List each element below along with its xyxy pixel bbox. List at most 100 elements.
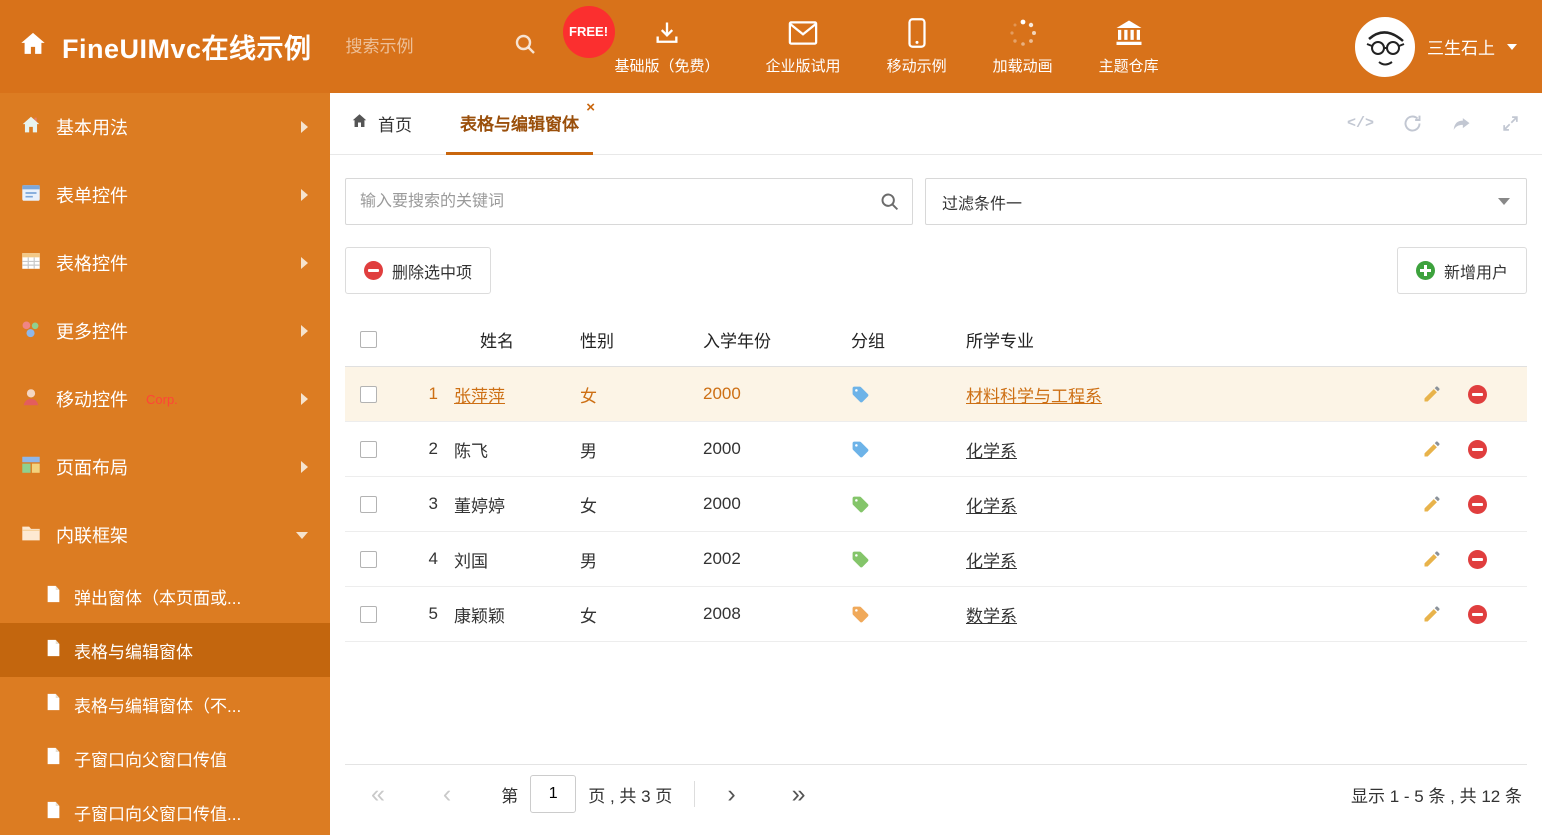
chevron-right-icon — [301, 461, 308, 473]
search-icon[interactable] — [879, 191, 900, 217]
last-page-icon[interactable]: » — [792, 781, 806, 807]
grid-toolbar: 删除选中项 新增用户 — [345, 247, 1527, 294]
sidebar-item-label: 内联框架 — [56, 526, 128, 546]
form-icon — [20, 182, 42, 209]
tab-label: 表格与编辑窗体 — [460, 114, 579, 134]
row-number: 5 — [428, 604, 438, 623]
table-row[interactable]: 4 刘国 男 2002 化学系 — [345, 532, 1527, 587]
row-checkbox[interactable] — [360, 385, 377, 403]
minus-circle-icon — [364, 261, 383, 280]
edit-icon[interactable] — [1422, 384, 1442, 404]
name-link[interactable]: 张萍萍 — [454, 387, 505, 406]
fullscreen-icon[interactable] — [1501, 114, 1520, 133]
sidebar-item-label: 基本用法 — [56, 118, 128, 138]
source-code-icon[interactable]: </> — [1347, 115, 1374, 132]
sidebar-item-more-controls[interactable]: 更多控件 — [0, 297, 330, 365]
tag-icon — [852, 441, 869, 457]
row-checkbox[interactable] — [360, 550, 377, 568]
first-page-icon[interactable]: « — [371, 781, 385, 807]
major-link[interactable]: 化学系 — [966, 442, 1017, 461]
top-search — [343, 32, 537, 61]
row-number: 1 — [428, 384, 438, 403]
add-user-button[interactable]: 新增用户 — [1396, 247, 1527, 294]
chevron-right-icon — [301, 325, 308, 337]
next-page-icon[interactable]: › — [727, 781, 735, 807]
nav-item-loading-anim[interactable]: 加载动画 — [993, 18, 1053, 76]
edit-icon[interactable] — [1422, 604, 1442, 624]
page-number-input[interactable] — [530, 775, 577, 813]
gender-cell: 女 — [580, 606, 597, 626]
top-search-input[interactable] — [343, 35, 513, 58]
sidebar-item-iframe[interactable]: 内联框架 — [0, 501, 330, 569]
nav-item-basic-free[interactable]: FREE! 基础版（免费） — [562, 5, 720, 76]
sidebar-subitem-grid-edit-window[interactable]: 表格与编辑窗体 — [0, 623, 330, 677]
major-link[interactable]: 数学系 — [966, 607, 1017, 626]
sidebar-item-grid-controls[interactable]: 表格控件 — [0, 229, 330, 297]
row-checkbox[interactable] — [360, 495, 377, 513]
delete-row-icon[interactable] — [1468, 384, 1487, 404]
sidebar-item-label: 移动控件 — [56, 390, 128, 410]
prev-page-icon[interactable]: ‹ — [443, 781, 451, 807]
top-header: FineUIMvc在线示例 FREE! 基础版（免费） 企业版试用 — [0, 0, 1542, 93]
select-all-checkbox[interactable] — [360, 330, 377, 348]
main-content: 首页 表格与编辑窗体 × </> 输入要搜索的关键词 过滤条件一 删除选中项 新… — [330, 93, 1542, 835]
spinner-icon — [1008, 18, 1038, 48]
brand[interactable]: FineUIMvc在线示例 — [0, 27, 312, 66]
user-menu[interactable]: 三生石上 — [1355, 16, 1542, 77]
edit-icon[interactable] — [1422, 549, 1442, 569]
page-icon — [46, 693, 61, 716]
delete-row-icon[interactable] — [1468, 604, 1487, 624]
mobile-icon — [907, 17, 926, 48]
filter-dropdown[interactable]: 过滤条件一 — [925, 178, 1527, 225]
share-icon[interactable] — [1451, 114, 1473, 134]
nav-label: 企业版试用 — [765, 57, 841, 75]
corp-badge: Corp. — [146, 391, 178, 407]
gender-cell: 女 — [580, 496, 597, 516]
sidebar-subitem-child-to-parent-2[interactable]: 子窗口向父窗口传值... — [0, 785, 330, 835]
table-row[interactable]: 1 张萍萍 女 2000 材料科学与工程系 — [345, 367, 1527, 422]
year-cell: 2000 — [703, 384, 741, 403]
sidebar-subitem-child-to-parent[interactable]: 子窗口向父窗口传值 — [0, 731, 330, 785]
major-link[interactable]: 材料科学与工程系 — [966, 387, 1102, 406]
sidebar-subitem-label: 子窗口向父窗口传值 — [74, 750, 227, 770]
major-link[interactable]: 化学系 — [966, 552, 1017, 571]
keyword-search-input[interactable] — [345, 178, 913, 225]
nav-item-theme-repo[interactable]: 主题仓库 — [1099, 18, 1159, 76]
nav-item-enterprise-trial[interactable]: 企业版试用 — [766, 18, 841, 76]
close-icon[interactable]: × — [586, 100, 595, 115]
delete-row-icon[interactable] — [1468, 494, 1487, 514]
tag-icon — [852, 551, 869, 567]
table-row[interactable]: 5 康颖颖 女 2008 数学系 — [345, 587, 1527, 642]
delete-row-icon[interactable] — [1468, 439, 1487, 459]
sidebar: 基本用法 表单控件 表格控件 更多控件 移动控件 Corp. 页面布局 内联框架… — [0, 93, 330, 835]
sidebar-subitem-popup-window[interactable]: 弹出窗体（本页面或... — [0, 569, 330, 623]
table-row[interactable]: 3 董婷婷 女 2000 化学系 — [345, 477, 1527, 532]
sidebar-subitem-grid-edit-window-2[interactable]: 表格与编辑窗体（不... — [0, 677, 330, 731]
delete-row-icon[interactable] — [1468, 549, 1487, 569]
edit-icon[interactable] — [1422, 494, 1442, 514]
column-header-year: 入学年份 — [703, 331, 771, 351]
table-row[interactable]: 2 陈飞 男 2000 化学系 — [345, 422, 1527, 477]
sidebar-item-page-layout[interactable]: 页面布局 — [0, 433, 330, 501]
tab-grid-edit-window[interactable]: 表格与编辑窗体 × — [446, 93, 595, 155]
delete-selected-button[interactable]: 删除选中项 — [345, 247, 492, 294]
row-checkbox[interactable] — [360, 440, 377, 458]
filter-dropdown-value: 过滤条件一 — [942, 195, 1023, 213]
app-title: FineUIMvc在线示例 — [62, 34, 312, 64]
sidebar-item-label: 表单控件 — [56, 186, 128, 206]
refresh-icon[interactable] — [1402, 113, 1423, 134]
tab-home[interactable]: 首页 — [350, 111, 412, 136]
nav-item-mobile-demo[interactable]: 移动示例 — [887, 17, 947, 76]
sidebar-subitem-label: 表格与编辑窗体 — [74, 642, 193, 662]
search-icon[interactable] — [513, 32, 537, 61]
home-icon — [20, 114, 42, 141]
tag-icon — [852, 386, 869, 402]
sidebar-item-mobile-controls[interactable]: 移动控件 Corp. — [0, 365, 330, 433]
sidebar-item-basic-usage[interactable]: 基本用法 — [0, 93, 330, 161]
major-link[interactable]: 化学系 — [966, 497, 1017, 516]
top-nav: FREE! 基础版（免费） 企业版试用 移动示例 加载动画 主题仓库 — [562, 5, 1159, 76]
envelope-icon — [788, 18, 818, 48]
edit-icon[interactable] — [1422, 439, 1442, 459]
row-checkbox[interactable] — [360, 605, 377, 623]
sidebar-item-form-controls[interactable]: 表单控件 — [0, 161, 330, 229]
